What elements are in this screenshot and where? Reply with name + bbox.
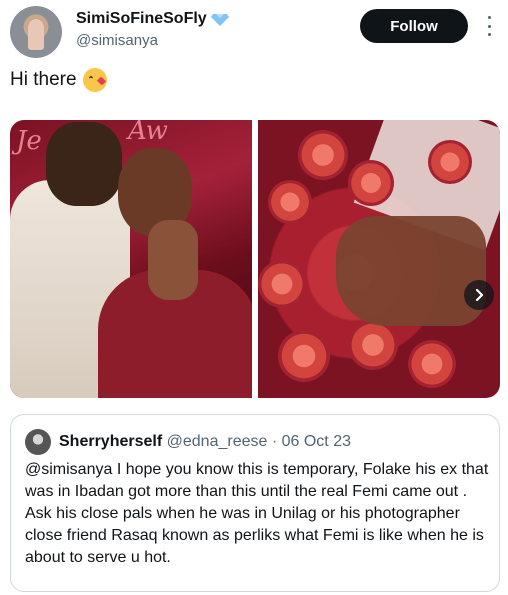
rose-bouquet-ring-photo[interactable] (258, 120, 500, 398)
tweet-media: Je Aw (10, 120, 500, 398)
next-image-button[interactable] (464, 280, 494, 310)
rose-shape (428, 140, 472, 184)
quoted-tweet[interactable]: Sherryherself @edna_reese · 06 Oct 23 @s… (10, 414, 500, 592)
author-avatar[interactable] (10, 6, 62, 58)
neon-sign-decoration: Je (16, 126, 42, 156)
engagement-couple-photo[interactable]: Je Aw (10, 120, 252, 398)
tweet-text-body: Hi there (10, 69, 77, 90)
ring-hand-figure (148, 220, 198, 300)
ring-hand-figure (336, 216, 486, 326)
quoted-author-handle[interactable]: @edna_reese (167, 433, 268, 450)
author-display-name[interactable]: SimiSoFineSoFly (76, 10, 207, 28)
rose-shape (268, 180, 312, 224)
man-head-figure (46, 122, 122, 206)
quoted-author-avatar[interactable] (25, 429, 51, 455)
rose-shape (298, 130, 348, 180)
rose-shape (348, 320, 398, 370)
author-name-row: SimiSoFineSoFly (76, 10, 229, 28)
neon-sign-decoration: Aw (128, 120, 168, 146)
rose-shape (348, 160, 394, 206)
rose-shape (278, 330, 330, 382)
more-options-icon[interactable] (486, 16, 492, 36)
quoted-tweet-date[interactable]: 06 Oct 23 (282, 433, 351, 450)
quoted-tweet-body: @simisanya I hope you know this is tempo… (25, 461, 489, 566)
rose-shape (258, 260, 306, 308)
rose-shape (408, 340, 456, 388)
author-handle[interactable]: @simisanya (76, 32, 158, 49)
quoted-tweet-header: Sherryherself @edna_reese · 06 Oct 23 (59, 433, 351, 451)
tweet-text: Hi there (10, 68, 107, 92)
face-blowing-kiss-emoji-icon (82, 68, 107, 92)
meta-separator: · (267, 433, 282, 450)
verified-badge-icon (210, 14, 229, 26)
tweet-header: SimiSoFineSoFly @simisanya Follow (10, 6, 500, 62)
quoted-author-name[interactable]: Sherryherself (59, 433, 162, 450)
chevron-right-icon (475, 288, 484, 302)
follow-button[interactable]: Follow (360, 9, 468, 43)
